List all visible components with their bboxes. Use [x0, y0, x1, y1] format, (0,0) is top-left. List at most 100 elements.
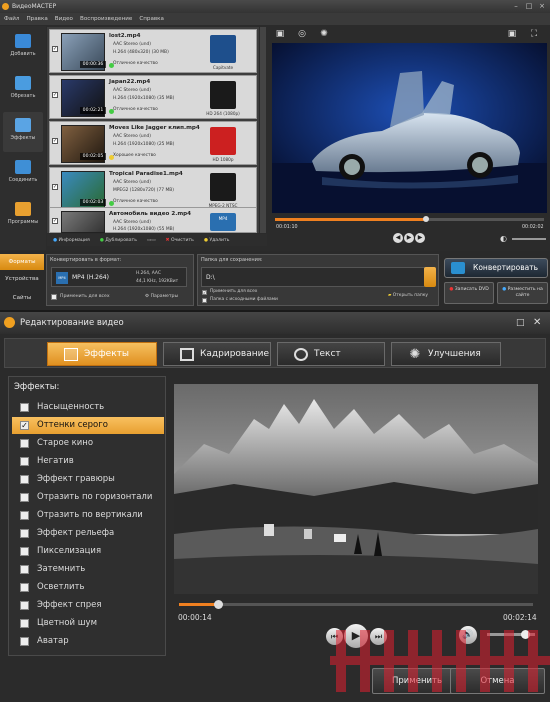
prev-button[interactable]: ◀ — [393, 233, 403, 243]
effect-label: Отразить по горизонтали — [37, 492, 153, 502]
maximize-icon[interactable]: □ — [516, 312, 525, 334]
params-button[interactable]: ⚙ Параметры — [145, 294, 178, 299]
file-item[interactable]: ✓ 00:02:21 Japan22.mp4 AAC Stereo (und) … — [49, 75, 257, 119]
tab-crop[interactable]: Кадрирование — [163, 342, 271, 366]
menu-edit[interactable]: Правка — [26, 13, 47, 25]
effect-checkbox[interactable] — [20, 637, 29, 646]
tab-effects[interactable]: Эффекты — [47, 342, 157, 366]
format-badge[interactable] — [210, 127, 236, 155]
effect-label: Эффект гравюры — [37, 474, 115, 484]
sidebar-cut-button[interactable]: Обрезать — [3, 70, 43, 110]
file-item[interactable]: ✓ 00:02:03 Tropical Paradise1.mp4 AAC St… — [49, 167, 257, 211]
crop-icon[interactable]: ◎ — [297, 29, 307, 39]
minimize-icon[interactable]: – — [510, 2, 522, 11]
delete-button[interactable]: ● Удалить — [204, 238, 230, 243]
effect-checkbox[interactable]: ✓ — [20, 421, 29, 430]
apply-all-save-checkbox[interactable]: ✓ — [202, 290, 207, 295]
effect-item[interactable]: Затемнить — [12, 561, 164, 578]
effect-item[interactable]: Эффект спрея — [12, 597, 164, 614]
effect-item[interactable]: Старое кино — [12, 435, 164, 452]
file-checkbox[interactable]: ✓ — [52, 138, 58, 144]
tab-sites[interactable]: Сайты — [0, 290, 44, 306]
volume-icon[interactable]: ◐ — [500, 234, 507, 243]
clear-button[interactable]: ✖ Очистить — [166, 238, 194, 243]
sidebar-join-button[interactable]: Соединить — [3, 154, 43, 194]
open-folder-button[interactable]: ▰ Открыть папку — [388, 293, 428, 298]
tab-devices[interactable]: Устройства — [0, 271, 44, 287]
play-button[interactable]: ▶ — [404, 233, 414, 243]
video-preview[interactable] — [174, 384, 538, 594]
format-badge[interactable] — [210, 35, 236, 63]
format-spec-codec: H.264, AAC — [136, 271, 161, 276]
view-toggle[interactable]: ▭▭ — [147, 238, 156, 243]
effect-item[interactable]: Пикселизация — [12, 543, 164, 560]
video-preview[interactable] — [272, 43, 547, 213]
effect-checkbox[interactable] — [20, 565, 29, 574]
effect-item[interactable]: Эффект рельефа — [12, 525, 164, 542]
burn-dvd-button[interactable]: ● Записать DVD — [444, 282, 494, 304]
effect-checkbox[interactable] — [20, 457, 29, 466]
camera-icon[interactable]: ▣ — [275, 29, 285, 39]
file-item[interactable]: ✓ 00:00:36 lost2.mp4 AAC Stereo (und) H.… — [49, 29, 257, 73]
info-button[interactable]: ● Информация — [53, 238, 90, 243]
sidebar-effects-button[interactable]: Эффекты — [3, 112, 43, 152]
publish-web-button[interactable]: ● Разместить на сайте — [497, 282, 548, 304]
effect-checkbox[interactable] — [20, 601, 29, 610]
browse-folder-button[interactable] — [424, 267, 436, 287]
format-badge[interactable] — [210, 81, 236, 109]
effect-checkbox[interactable] — [20, 619, 29, 628]
next-button[interactable]: ▶ — [415, 233, 425, 243]
duplicate-button[interactable]: ● Дублировать — [100, 238, 137, 243]
sidebar-add-button[interactable]: Добавить — [3, 28, 43, 68]
tab-formats[interactable]: Форматы — [0, 254, 44, 270]
effect-checkbox[interactable] — [20, 493, 29, 502]
file-checkbox[interactable]: ✓ — [52, 46, 58, 52]
convert-button[interactable]: Конвертировать — [444, 258, 548, 278]
maximize-icon[interactable]: □ — [523, 2, 535, 11]
file-checkbox[interactable]: ✓ — [52, 92, 58, 98]
fullscreen-icon[interactable]: ⛶ — [529, 29, 539, 39]
file-item[interactable]: ✓ Автомобиль видео 2.mp4 AAC Stereo (und… — [49, 207, 257, 233]
file-item[interactable]: ✓ 00:02:05 Moves Like Jagger клип.mp4 AA… — [49, 121, 257, 165]
effect-checkbox[interactable] — [20, 583, 29, 592]
seek-bar-handle[interactable] — [213, 600, 223, 609]
effect-item[interactable]: Осветлить — [12, 579, 164, 596]
menu-video[interactable]: Видео — [55, 13, 73, 25]
effect-item[interactable]: Негатив — [12, 453, 164, 470]
effect-checkbox[interactable] — [20, 403, 29, 412]
close-icon[interactable]: × — [536, 2, 548, 11]
seek-bar[interactable] — [275, 216, 544, 222]
menu-help[interactable]: Справка — [139, 13, 164, 25]
tab-text[interactable]: Текст — [277, 342, 385, 366]
effect-checkbox[interactable] — [20, 439, 29, 448]
seek-bar[interactable] — [179, 600, 533, 609]
format-badge[interactable] — [210, 173, 236, 201]
effect-checkbox[interactable] — [20, 475, 29, 484]
menu-file[interactable]: Файл — [4, 13, 19, 25]
effect-item[interactable]: Отразить по вертикали — [12, 507, 164, 524]
file-checkbox[interactable]: ✓ — [52, 218, 58, 224]
snapshot-icon[interactable]: ▣ — [507, 29, 517, 39]
apply-all-format-checkbox[interactable] — [51, 294, 57, 300]
menu-playback[interactable]: Воспроизведение — [80, 13, 132, 25]
effect-checkbox[interactable] — [20, 511, 29, 520]
effect-item[interactable]: Насыщенность — [12, 399, 164, 416]
sidebar-programs-button[interactable]: Программы — [3, 196, 43, 236]
file-checkbox[interactable]: ✓ — [52, 184, 58, 190]
effect-checkbox[interactable] — [20, 529, 29, 538]
effect-item[interactable]: Цветной шум — [12, 615, 164, 632]
effect-checkbox[interactable] — [20, 547, 29, 556]
seek-bar-handle[interactable] — [422, 216, 429, 222]
volume-slider[interactable] — [512, 238, 546, 240]
save-path-input[interactable]: D:\ — [201, 267, 425, 287]
effect-item[interactable]: ✓ Оттенки серого — [12, 417, 164, 434]
close-icon[interactable]: ✕ — [533, 312, 541, 334]
brightness-icon[interactable]: ✺ — [319, 29, 329, 39]
tab-enhance[interactable]: ✺ Улучшения — [391, 342, 501, 366]
effect-item[interactable]: Эффект гравюры — [12, 471, 164, 488]
source-folder-checkbox[interactable] — [202, 298, 207, 303]
effect-item[interactable]: Отразить по горизонтали — [12, 489, 164, 506]
effect-item[interactable]: Аватар — [12, 633, 164, 650]
format-select[interactable]: MP4 MP4 (H.264) H.264, AAC 44,1 KHz, 192… — [51, 267, 187, 287]
list-scrollbar[interactable] — [260, 27, 266, 233]
